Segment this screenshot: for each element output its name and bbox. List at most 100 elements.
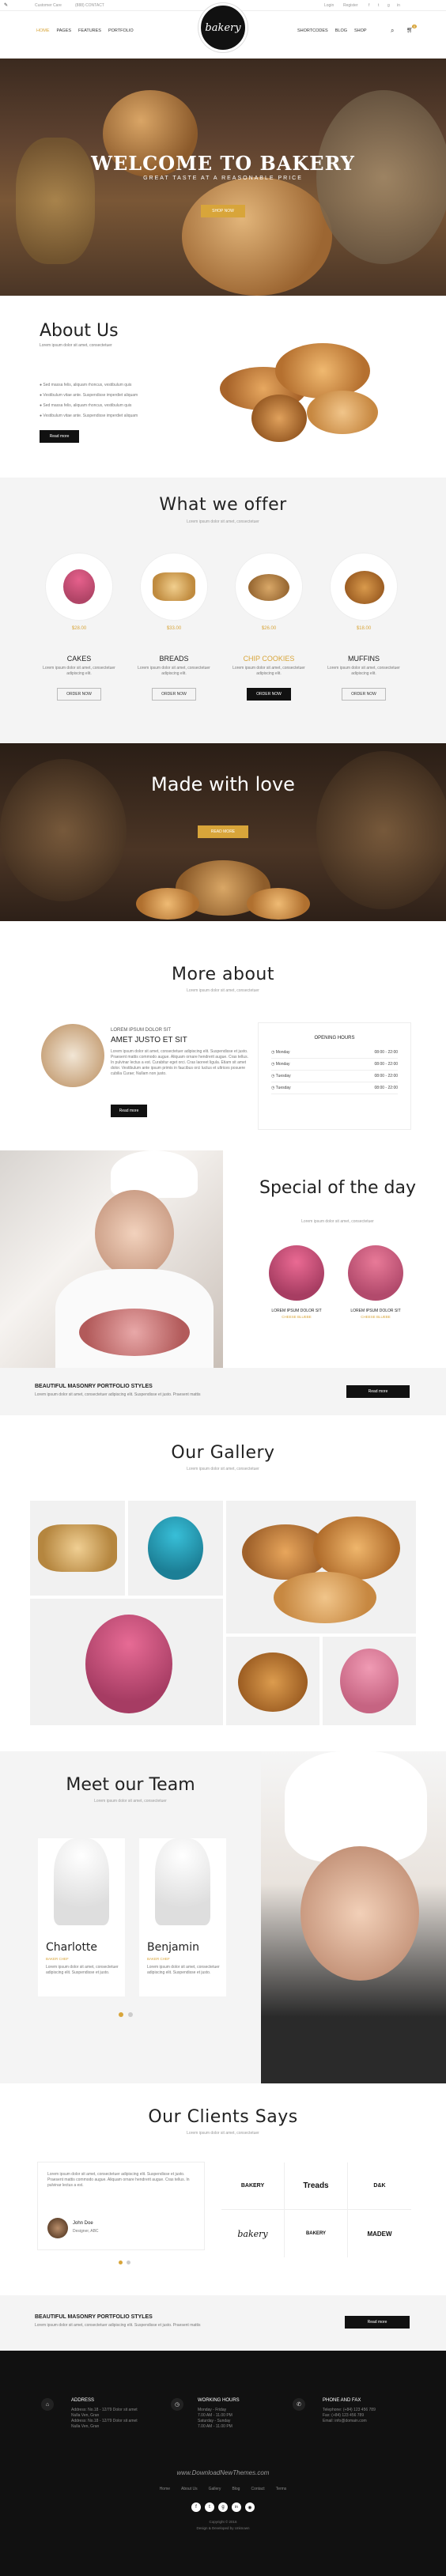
client-logo[interactable]: bakery xyxy=(221,2210,285,2257)
cakes-order-button[interactable]: ORDER NOW xyxy=(57,688,101,701)
more-kicker: LOREM IPSUM DOLOR SIT xyxy=(111,1028,172,1033)
client-logo[interactable]: D&K xyxy=(348,2162,411,2210)
opening-hours-panel: OPENING HOURS ◷ Monday 08:00 - 22:00 ◷ Mo… xyxy=(258,1022,411,1130)
more-about-section: More about Lorem ipsum dolor sit amet, c… xyxy=(0,921,446,1150)
love-read-more-button[interactable]: READ MORE xyxy=(198,825,248,838)
register-link[interactable]: Register xyxy=(343,3,358,9)
footer-link-about[interactable]: About Us xyxy=(181,2487,198,2491)
team-carousel-dot[interactable] xyxy=(128,2012,133,2017)
nav-blog[interactable]: BLOG xyxy=(335,28,347,33)
login-link[interactable]: Login xyxy=(324,3,334,9)
nav-shop[interactable]: SHOP xyxy=(354,28,367,33)
special-item-name: LOREM IPSUM DOLOR SIT xyxy=(350,1309,401,1313)
hours-row: ◷ Monday 08:00 - 22:00 xyxy=(271,1047,398,1059)
twitter-icon[interactable]: t xyxy=(378,3,379,9)
site-logo[interactable]: bakery xyxy=(198,3,248,52)
team-subtitle: Lorem ipsum dolor sit amet, consectetuer xyxy=(94,1799,167,1804)
footer-line: Address: No.18 - 12/79 Dolor sit amet xyxy=(71,2408,138,2412)
hero-banner: WELCOME TO BAKERY GREAT TASTE AT A REASO… xyxy=(0,59,446,296)
gallery-pastries-image[interactable] xyxy=(226,1501,416,1634)
love-title: Made with love xyxy=(151,773,295,795)
hours-row: ◷ Tuesday 08:00 - 22:00 xyxy=(271,1071,398,1082)
rss-icon[interactable]: ◉ xyxy=(245,2502,255,2512)
promo2-read-more-button[interactable]: Read more xyxy=(345,2316,410,2329)
google-icon[interactable]: g xyxy=(387,3,390,9)
more-subtitle: Lorem ipsum dolor sit amet, consectetuer xyxy=(187,988,259,993)
more-read-more-button[interactable]: Read more xyxy=(111,1105,147,1117)
charlotte-text: Lorem ipsum dolor sit amet, consectetuer… xyxy=(46,1965,119,1975)
linkedin-icon[interactable]: in xyxy=(397,3,400,9)
team-card-benjamin[interactable]: Benjamin BAKER CHEF Lorem ipsum dolor si… xyxy=(139,1838,226,1996)
footer-line: Nulla Ven, Gran xyxy=(71,2424,100,2429)
cookies-order-button[interactable]: ORDER NOW xyxy=(247,688,291,701)
footer-link-contact[interactable]: Contact xyxy=(251,2487,264,2491)
clock-icon: ◷ xyxy=(171,2398,183,2411)
contact-link[interactable]: (888) CONTACT xyxy=(75,3,104,9)
cakes-price: $28.00 xyxy=(71,626,87,631)
testimonial-card: Lorem ipsum dolor sit amet, consectetuer… xyxy=(38,2162,204,2249)
client-logo[interactable]: Treads xyxy=(285,2162,348,2210)
twitter-icon[interactable]: t xyxy=(205,2502,214,2512)
customer-care-link[interactable]: Customer Care xyxy=(35,3,62,9)
clients-section: Our Clients Says Lorem ipsum dolor sit a… xyxy=(0,2083,446,2295)
more-heading: AMET JUSTO ET SIT xyxy=(111,1036,187,1044)
footer-link-blog[interactable]: Blog xyxy=(232,2487,240,2491)
promo-read-more-button[interactable]: Read more xyxy=(346,1385,410,1398)
testimonial-dot[interactable] xyxy=(119,2261,123,2264)
team-card-charlotte[interactable]: Charlotte BAKER CHEF Lorem ipsum dolor s… xyxy=(38,1838,125,1996)
breads-name: BREADS xyxy=(159,655,189,663)
about-list-item: ● Vestibulum vitae ante. Suspendisse imp… xyxy=(40,414,138,418)
special-item-price: CHEESE BLUEBE xyxy=(361,1315,391,1319)
footer-line: Nulla Ven, Gran xyxy=(71,2413,100,2418)
nav-home[interactable]: HOME xyxy=(36,28,50,33)
more-text: Lorem ipsum dolor sit amet, consectetuer… xyxy=(111,1049,248,1076)
team-carousel-dot[interactable] xyxy=(119,2012,123,2017)
muffins-image xyxy=(331,553,397,620)
baking-image xyxy=(41,1024,104,1087)
more-title: More about xyxy=(171,965,274,984)
nav-shortcodes[interactable]: SHORTCODES xyxy=(297,28,328,33)
testimonial-dot[interactable] xyxy=(127,2261,130,2264)
about-title: About Us xyxy=(40,321,119,341)
cake-image xyxy=(46,553,112,620)
chef-image xyxy=(0,1150,223,1368)
clients-title: Our Clients Says xyxy=(148,2107,298,2127)
client-logo[interactable]: BAKERY xyxy=(285,2210,348,2257)
opening-hours-title: OPENING HOURS xyxy=(314,1036,355,1041)
hero-title: WELCOME TO BAKERY xyxy=(91,152,355,175)
google-icon[interactable]: g xyxy=(218,2502,228,2512)
muffins-order-button[interactable]: ORDER NOW xyxy=(342,688,386,701)
client-logo[interactable]: MADEW xyxy=(348,2210,411,2257)
gallery-cupcake-image[interactable] xyxy=(128,1501,223,1596)
charlotte-name: Charlotte xyxy=(46,1941,98,1954)
facebook-icon[interactable]: f xyxy=(191,2502,201,2512)
gallery-cupcake-rose-image[interactable] xyxy=(323,1637,416,1725)
special-title: Special of the day xyxy=(259,1178,417,1198)
cakes-name: CAKES xyxy=(66,655,92,663)
client-logo[interactable]: BAKERY xyxy=(221,2162,285,2210)
footer-hours-title: WORKING HOURS xyxy=(198,2398,240,2403)
footer-line: Fax: (+84) 123 456 789 xyxy=(323,2413,365,2418)
gallery-pink-cupcake-image[interactable] xyxy=(30,1599,223,1725)
cookies-image xyxy=(236,553,302,620)
nav-pages[interactable]: PAGES xyxy=(57,28,72,33)
nav-portfolio[interactable]: PORTFOLIO xyxy=(108,28,134,33)
special-subtitle: Lorem ipsum dolor sit amet, consectetuer xyxy=(301,1219,374,1224)
nav-features[interactable]: FEATURES xyxy=(78,28,101,33)
benjamin-name: Benjamin xyxy=(147,1941,199,1954)
footer-link-terms[interactable]: Terms xyxy=(276,2487,287,2491)
gallery-muffins-image[interactable] xyxy=(226,1637,319,1725)
linkedin-icon[interactable]: in xyxy=(232,2502,241,2512)
shop-now-button[interactable]: SHOP NOW xyxy=(201,205,245,217)
pastries-image xyxy=(204,327,394,446)
footer-link-gallery[interactable]: Gallery xyxy=(209,2487,221,2491)
footer-link-home[interactable]: Home xyxy=(160,2487,170,2491)
promo2-title: BEAUTIFUL MASONRY PORTFOLIO STYLES xyxy=(35,2314,153,2320)
phone-icon: ✆ xyxy=(293,2398,305,2411)
about-read-more-button[interactable]: Read more xyxy=(40,430,79,443)
footer-social: f t g in ◉ xyxy=(0,2502,446,2512)
offer-title: What we offer xyxy=(159,495,287,515)
search-icon[interactable]: ⌕ xyxy=(391,27,394,35)
gallery-bread-image[interactable] xyxy=(30,1501,125,1596)
breads-order-button[interactable]: ORDER NOW xyxy=(152,688,196,701)
